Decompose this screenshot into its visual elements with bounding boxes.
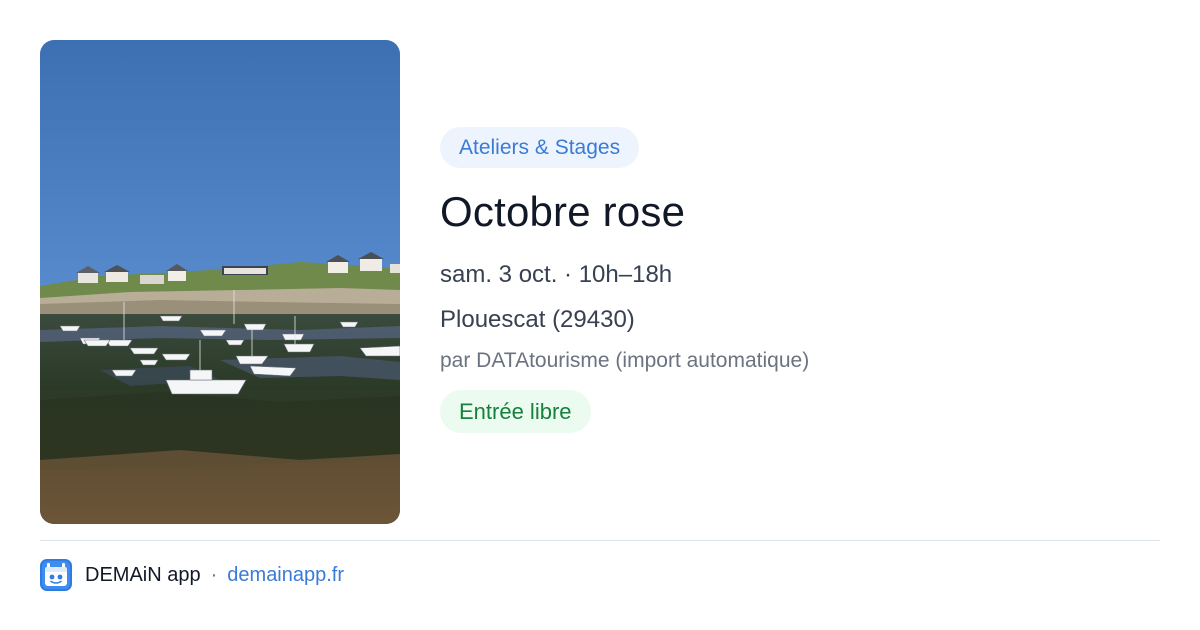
event-share-card: Ateliers & Stages Octobre rose sam. 3 oc… xyxy=(0,0,1200,630)
demain-app-logo-icon xyxy=(40,559,72,591)
app-url-link[interactable]: demainapp.fr xyxy=(227,564,344,587)
event-datetime: sam. 3 oct. · 10h–18h xyxy=(440,261,673,288)
category-badge: Ateliers & Stages xyxy=(440,127,640,168)
event-title: Octobre rose xyxy=(440,188,686,235)
event-info: Ateliers & Stages Octobre rose sam. 3 oc… xyxy=(440,127,1160,433)
event-location: Plouescat (29430) xyxy=(440,306,635,333)
footer-divider xyxy=(40,540,1160,541)
footer-separator: · xyxy=(210,563,218,586)
price-badge: Entrée libre xyxy=(440,390,591,433)
app-name: DEMAiN app xyxy=(85,563,201,586)
event-source: par DATAtourisme (import automatique) xyxy=(440,349,810,372)
footer: DEMAiN app · demainapp.fr xyxy=(40,558,344,592)
event-photo xyxy=(40,40,400,524)
